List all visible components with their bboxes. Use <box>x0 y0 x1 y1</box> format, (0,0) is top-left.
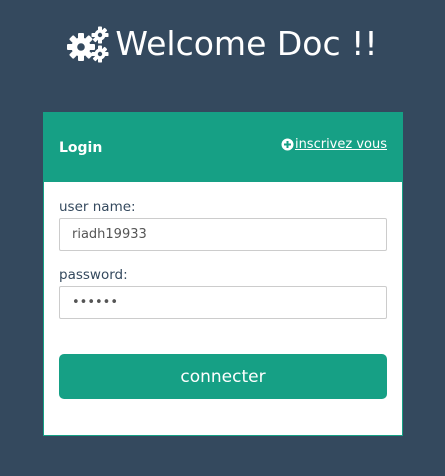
cogs-icon <box>67 24 109 64</box>
register-link-label: inscrivez vous <box>294 137 387 152</box>
page-title: Welcome Doc !! <box>115 24 378 63</box>
page-header: Welcome Doc !! <box>0 22 445 66</box>
plus-circle-icon <box>281 138 294 151</box>
login-card: Login inscrivez vous user name: password… <box>43 112 403 436</box>
login-title: Login <box>59 139 103 156</box>
username-label: user name: <box>59 199 136 215</box>
register-link[interactable]: inscrivez vous <box>281 137 387 152</box>
password-label: password: <box>59 267 128 283</box>
password-input[interactable] <box>59 286 387 319</box>
username-input[interactable] <box>59 218 387 251</box>
login-card-header: Login inscrivez vous <box>44 113 402 182</box>
connect-button[interactable]: connecter <box>59 354 387 399</box>
login-form: user name: password: connecter <box>44 182 402 399</box>
field-gap <box>59 251 387 266</box>
page: Welcome Doc !! Login inscrivez vous user… <box>0 0 445 476</box>
